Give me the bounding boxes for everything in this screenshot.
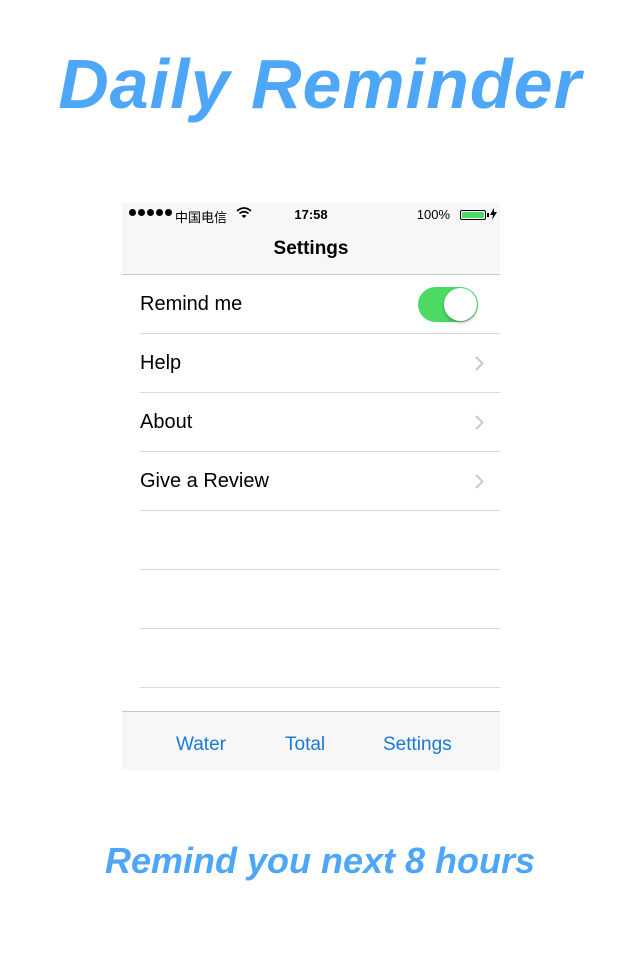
tab-settings[interactable]: Settings xyxy=(383,734,452,756)
chevron-right-icon xyxy=(475,415,484,435)
navigation-bar: Settings xyxy=(122,227,500,275)
toggle-knob xyxy=(444,288,477,321)
row-label: About xyxy=(140,411,193,433)
battery-percent: 100% xyxy=(416,207,450,222)
empty-row xyxy=(140,511,500,570)
row-give-review[interactable]: Give a Review xyxy=(140,452,500,511)
remind-me-toggle[interactable] xyxy=(418,287,478,322)
battery-tip xyxy=(487,213,489,217)
row-label: Give a Review xyxy=(140,470,269,492)
status-bar: 中国电信 17:58 100% xyxy=(122,203,500,227)
row-remind-me: Remind me xyxy=(140,275,500,334)
battery-icon xyxy=(460,210,486,220)
row-label: Help xyxy=(140,352,182,374)
page-title: Settings xyxy=(273,238,349,259)
chevron-right-icon xyxy=(475,356,484,376)
promo-headline: Daily Reminder xyxy=(58,45,582,123)
tab-water[interactable]: Water xyxy=(176,734,226,756)
row-label: Remind me xyxy=(140,293,243,315)
empty-row xyxy=(140,629,500,688)
row-about[interactable]: About xyxy=(140,393,500,452)
settings-list: Remind me Help About Give a Review xyxy=(122,275,500,688)
charging-bolt-icon xyxy=(490,208,497,223)
promo-footline: Remind you next 8 hours xyxy=(104,840,536,881)
empty-row xyxy=(140,570,500,629)
chevron-right-icon xyxy=(475,474,484,494)
tab-bar: Water Total Settings xyxy=(122,711,500,770)
row-help[interactable]: Help xyxy=(140,334,500,393)
phone-screen: 中国电信 17:58 100% Settings Remind me Help xyxy=(122,203,500,770)
tab-total[interactable]: Total xyxy=(285,734,325,756)
